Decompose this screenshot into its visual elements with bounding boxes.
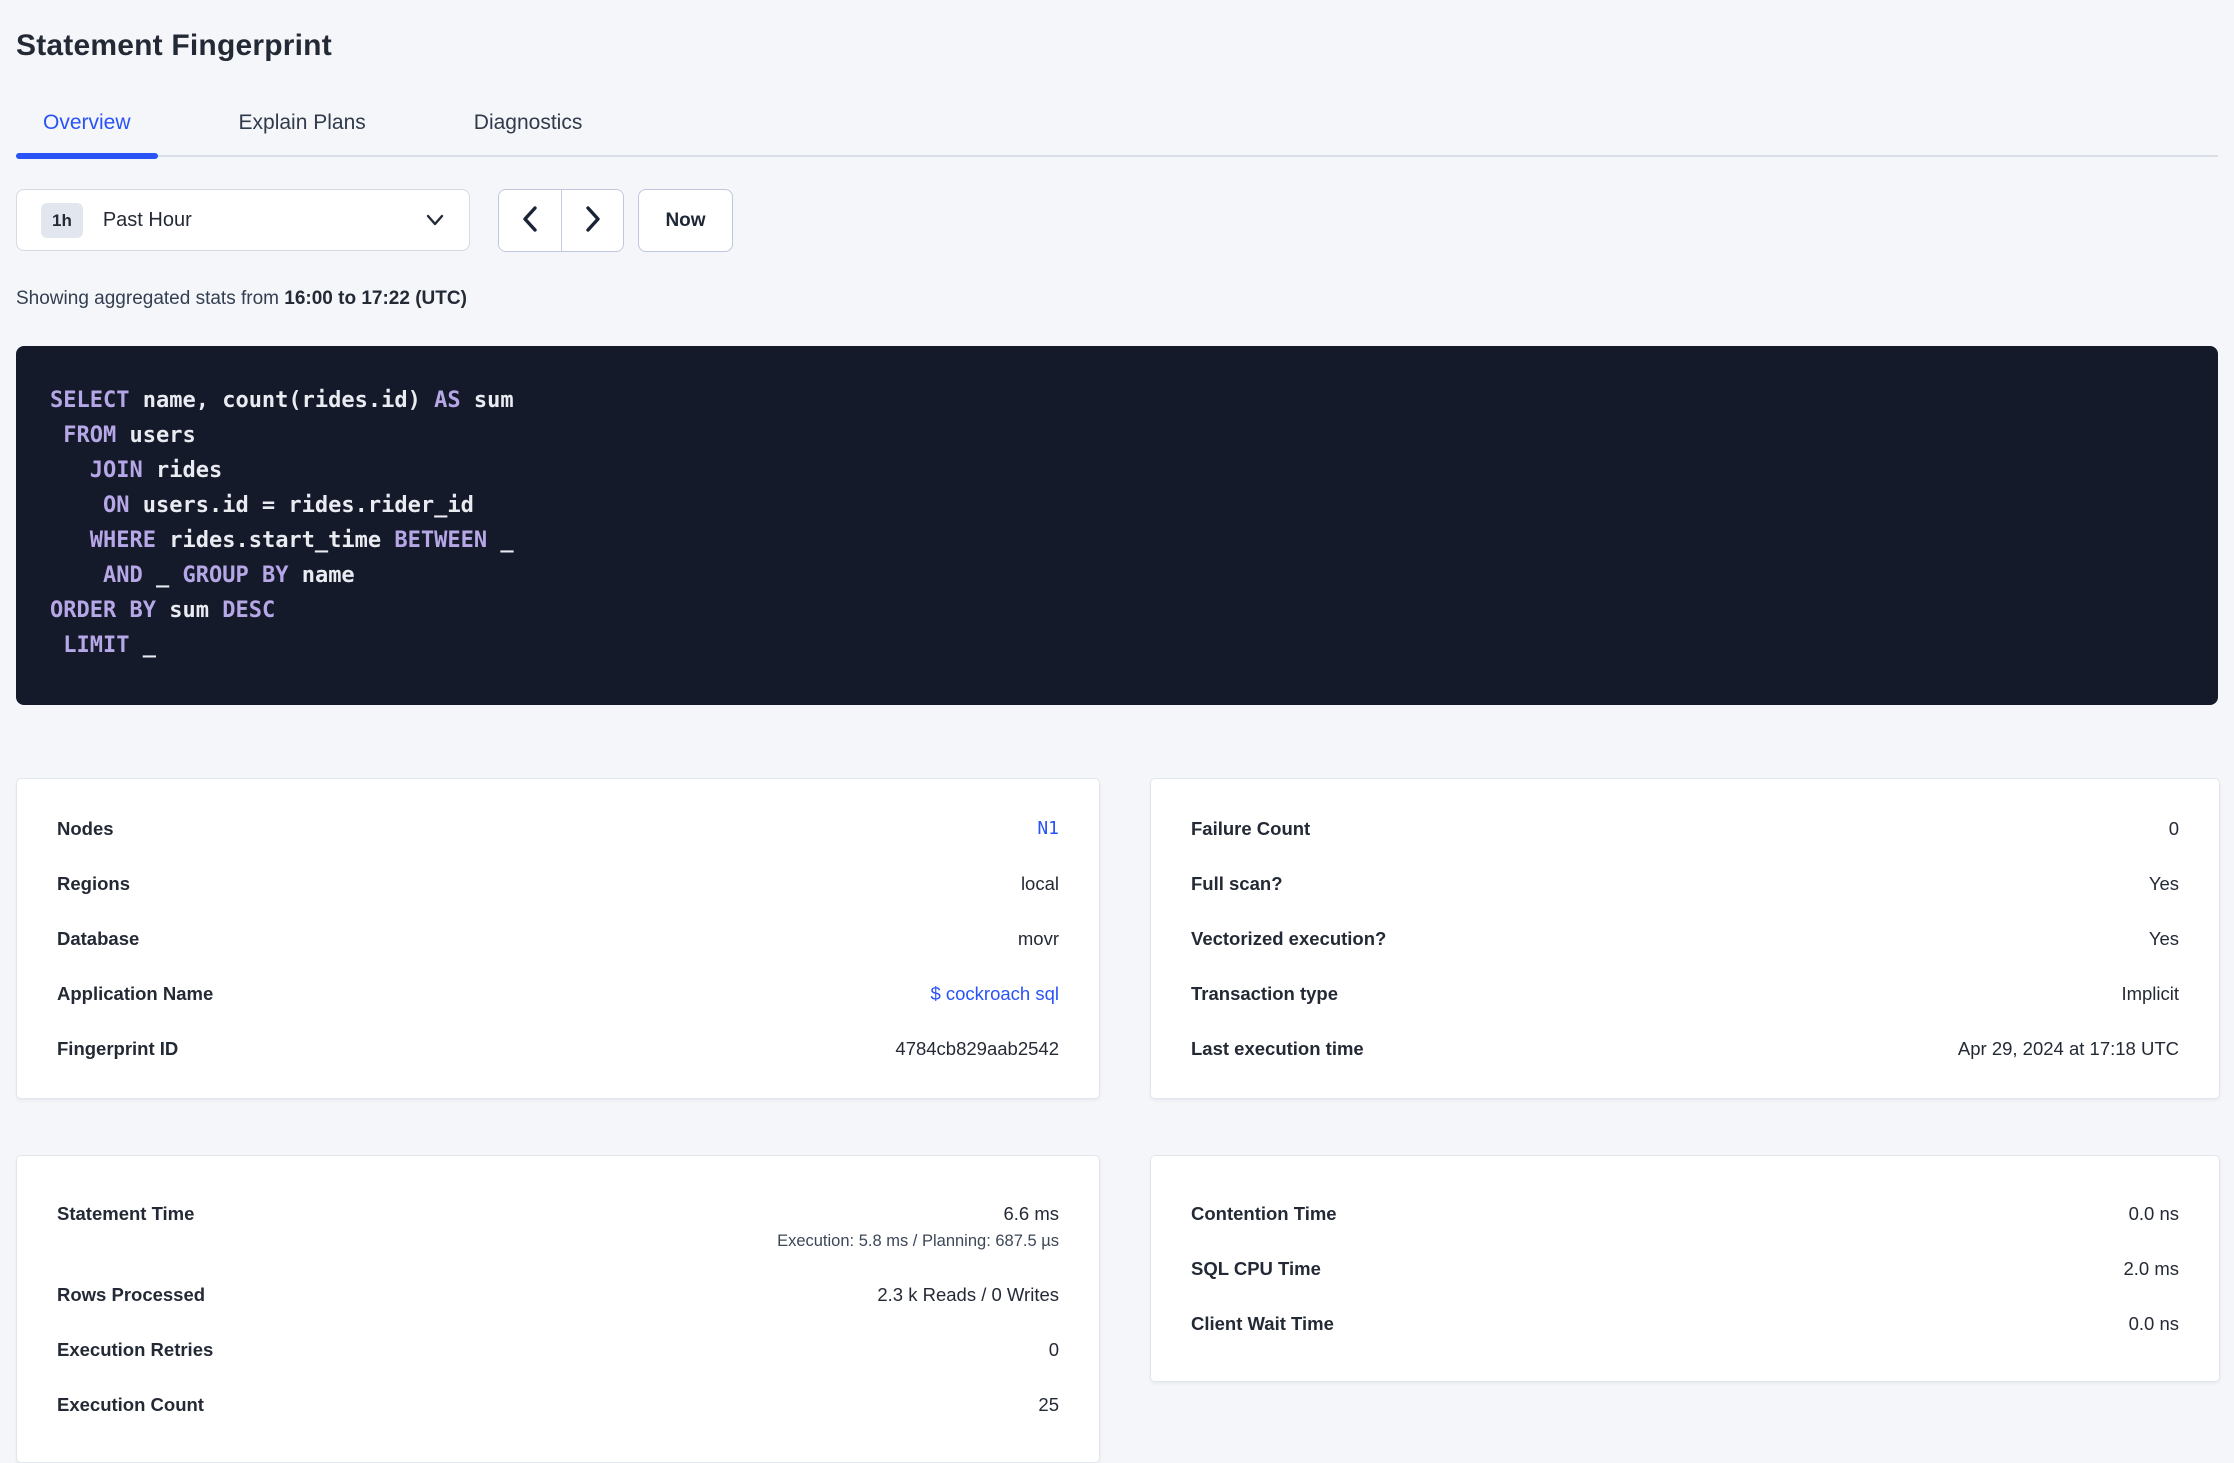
- chevron-left-icon: [521, 205, 539, 236]
- row-value: 0: [2168, 817, 2179, 839]
- sql-line: SELECT name, count(rides.id) AS sum: [50, 388, 514, 413]
- sql-keyword: BETWEEN: [394, 528, 488, 553]
- row-value: 2.0 ms: [2123, 1257, 2179, 1279]
- row-label: Database: [57, 927, 140, 949]
- row-label: Execution Retries: [57, 1338, 214, 1360]
- sql-line: ON users.id = rides.rider_id: [102, 493, 474, 518]
- card-row: SQL CPU Time 2.0 ms: [1191, 1241, 2179, 1296]
- row-label: Regions: [57, 872, 130, 894]
- row-label: Last execution time: [1191, 1037, 1364, 1059]
- sql-line: WHERE rides.start_time BETWEEN _: [89, 528, 514, 553]
- prev-interval-button[interactable]: [499, 190, 561, 251]
- row-value: 25: [1038, 1393, 1059, 1415]
- row-value: 2.3 k Reads / 0 Writes: [877, 1283, 1059, 1305]
- card-row: Contention Time 0.0 ns: [1191, 1186, 2179, 1241]
- card-row: Last execution time Apr 29, 2024 at 17:18…: [1191, 1021, 2179, 1076]
- card-row: Full scan? Yes: [1191, 856, 2179, 911]
- time-range-badge: 1h: [41, 202, 83, 238]
- sql-keyword: JOIN: [89, 458, 143, 483]
- card-row: Failure Count 0: [1191, 801, 2179, 856]
- sql-keyword: ON: [102, 493, 130, 518]
- row-label: Vectorized execution?: [1191, 927, 1387, 949]
- card-row: Regions local: [57, 856, 1059, 911]
- row-value-link[interactable]: N1: [1037, 818, 1059, 839]
- statement-stats-card: Statement Time 6.6 ms Execution: 5.8 ms / …: [16, 1155, 1100, 1463]
- row-value: 4784cb829aab2542: [895, 1037, 1059, 1059]
- row-label: Client Wait Time: [1191, 1312, 1334, 1334]
- card-row: Statement Time 6.6 ms Execution: 5.8 ms / …: [57, 1186, 1059, 1267]
- sql-line: AND _ GROUP BY name: [102, 563, 355, 588]
- row-value: movr: [1017, 927, 1059, 949]
- card-row: Nodes N1: [57, 801, 1059, 856]
- chevron-right-icon: [584, 205, 602, 236]
- row-value: 0.0 ns: [2128, 1312, 2179, 1334]
- card-row: Execution Count 25: [57, 1377, 1059, 1432]
- row-value: Implicit: [2121, 982, 2179, 1004]
- card-row: Client Wait Time 0.0 ns: [1191, 1296, 2179, 1351]
- page-title: Statement Fingerprint: [16, 29, 332, 62]
- statement-details-card: Nodes N1 Regions local Database movr Applicati…: [16, 778, 1100, 1099]
- row-value: 0: [1048, 1338, 1059, 1360]
- sql-line: FROM users: [63, 423, 196, 448]
- row-label: SQL CPU Time: [1191, 1257, 1321, 1279]
- row-value: 0.0 ns: [2128, 1202, 2179, 1224]
- row-label: Execution Count: [57, 1393, 204, 1415]
- sql-line: ORDER BY sum DESC: [50, 598, 276, 623]
- sql-keyword: ORDER BY: [50, 598, 156, 623]
- tab-diagnostics[interactable]: Diagnostics: [447, 90, 610, 155]
- row-label: Fingerprint ID: [57, 1037, 179, 1059]
- row-label: Application Name: [57, 982, 214, 1004]
- sql-keyword: SELECT: [50, 388, 130, 413]
- sql-statement-box: SELECT name, count(rides.id) AS sum FROM…: [16, 346, 2218, 705]
- row-value: local: [1020, 872, 1059, 894]
- card-row: Application Name $ cockroach sql: [57, 966, 1059, 1021]
- sql-keyword: AND: [102, 563, 143, 588]
- time-range-dropdown[interactable]: 1h Past Hour: [16, 189, 470, 251]
- card-row: Execution Retries 0: [57, 1322, 1059, 1377]
- row-label: Rows Processed: [57, 1283, 206, 1305]
- row-label: Contention Time: [1191, 1202, 1337, 1224]
- row-value: Apr 29, 2024 at 17:18 UTC: [1957, 1037, 2179, 1059]
- time-picker-row: 1h Past Hour Now: [16, 189, 2218, 252]
- tab-overview[interactable]: Overview: [16, 90, 158, 159]
- sql-keyword: DESC: [222, 598, 276, 623]
- summary-cards: Nodes N1 Regions local Database movr Applicati…: [16, 778, 2220, 1463]
- card-row: Rows Processed 2.3 k Reads / 0 Writes: [57, 1267, 1059, 1322]
- next-interval-button[interactable]: [561, 190, 623, 251]
- row-value: 6.6 ms: [1003, 1202, 1059, 1224]
- card-row: Database movr: [57, 911, 1059, 966]
- tab-explain-plans[interactable]: Explain Plans: [212, 90, 393, 155]
- tab-bar: Overview Explain Plans Diagnostics: [16, 90, 2218, 159]
- row-label: Full scan?: [1191, 872, 1283, 894]
- sql-keyword: LIMIT: [63, 633, 130, 658]
- sql-keyword: GROUP BY: [182, 563, 289, 588]
- row-label: Transaction type: [1191, 982, 1339, 1004]
- stats-caption-prefix: Showing aggregated stats from: [16, 288, 285, 309]
- chevron-down-icon: [425, 213, 445, 227]
- execution-attributes-card: Failure Count 0 Full scan? Yes Vectorized ex…: [1150, 778, 2220, 1099]
- sql-line: LIMIT _: [63, 633, 156, 658]
- row-value-link[interactable]: $ cockroach sql: [930, 983, 1059, 1004]
- card-row: Fingerprint ID 4784cb829aab2542: [57, 1021, 1059, 1076]
- card-row: Transaction type Implicit: [1191, 966, 2179, 1021]
- sql-keyword: AS: [434, 388, 461, 413]
- timing-stats-card: Contention Time 0.0 ns SQL CPU Time 2.0 ms C…: [1150, 1155, 2220, 1382]
- sql-keyword: FROM: [63, 423, 117, 448]
- row-label: Statement Time: [57, 1202, 195, 1224]
- row-value: Yes: [2148, 927, 2179, 949]
- time-nav-group: [498, 189, 624, 252]
- row-label: Nodes: [57, 817, 114, 839]
- card-row: Vectorized execution? Yes: [1191, 911, 2179, 966]
- time-range-label: Past Hour: [102, 208, 192, 231]
- row-label: Failure Count: [1191, 817, 1311, 839]
- row-subvalue: Execution: 5.8 ms / Planning: 687.5 µs: [777, 1231, 1059, 1250]
- stats-caption-range: 16:00 to 17:22 (UTC): [284, 288, 467, 309]
- row-value: Yes: [2148, 872, 2179, 894]
- sql-keyword: WHERE: [89, 528, 156, 553]
- now-button[interactable]: Now: [638, 189, 733, 252]
- sql-line: JOIN rides: [89, 458, 223, 483]
- stats-caption: Showing aggregated stats from 16:00 to 1…: [16, 287, 2218, 311]
